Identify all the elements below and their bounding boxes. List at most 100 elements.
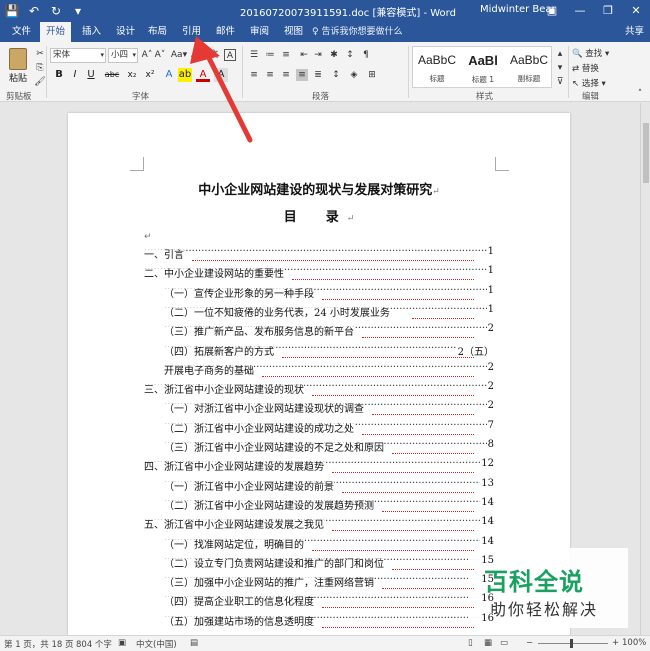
toc-entry[interactable]: ········································… — [144, 265, 494, 281]
numbering-icon[interactable]: ≔ — [264, 49, 276, 61]
macro-icon[interactable]: ▤ — [190, 638, 198, 648]
style-subtitle[interactable]: AaBbC 副标题 — [507, 49, 551, 87]
zoom-in-icon[interactable]: + — [612, 638, 619, 648]
cut-icon[interactable]: ✂ — [34, 48, 46, 60]
italic-button[interactable]: I — [68, 68, 82, 82]
zoom-level[interactable]: 100% — [622, 638, 646, 648]
toc-entry[interactable]: ········································… — [164, 496, 494, 513]
minimize-button[interactable]: — — [566, 0, 594, 22]
bold-button[interactable]: B — [52, 68, 66, 82]
chinese-layout-icon[interactable]: ✱ — [328, 49, 340, 61]
close-button[interactable]: ✕ — [622, 0, 650, 22]
read-mode-icon[interactable]: ▯ — [468, 638, 473, 648]
font-color-icon[interactable]: A — [196, 68, 210, 82]
redo-icon[interactable]: ↻ — [48, 3, 64, 19]
strikethrough-button[interactable]: abc — [102, 68, 122, 82]
proofing-icon[interactable]: ▣ — [118, 638, 126, 648]
tab-review[interactable]: 审阅 — [244, 22, 275, 42]
text-effects-icon[interactable]: A — [162, 68, 176, 82]
customize-qat-icon[interactable]: ▾ — [70, 3, 86, 19]
scrollbar-thumb[interactable] — [643, 123, 649, 183]
font-name-select[interactable]: 宋体 ▾ — [50, 48, 106, 63]
share-button[interactable]: 共享 — [625, 22, 644, 42]
toc-entry[interactable]: ········································… — [164, 323, 494, 339]
styles-more-icon[interactable]: ⊽ — [554, 76, 566, 88]
tab-mailings[interactable]: 邮件 — [210, 22, 241, 42]
tab-view[interactable]: 视图 — [278, 22, 309, 42]
style-heading-1[interactable]: AaBl 标题 1 — [461, 49, 505, 87]
toc-entry[interactable]: ········································… — [164, 419, 494, 436]
tab-file[interactable]: 文件 — [6, 22, 37, 42]
toc-entry[interactable]: ········································… — [144, 458, 494, 474]
toc-entry[interactable]: ········································… — [164, 361, 494, 378]
clear-format-icon[interactable]: A⌫ — [191, 49, 210, 61]
toc-entry[interactable]: ········································… — [164, 439, 494, 455]
styles-scroll-up-icon[interactable]: ▴ — [554, 48, 566, 60]
show-marks-icon[interactable]: ¶ — [360, 49, 372, 61]
select-button[interactable]: ↖ 选择 ▾ — [572, 77, 606, 89]
collapse-ribbon-icon[interactable]: ˄ — [634, 88, 646, 100]
align-right-icon[interactable]: ≡ — [280, 69, 292, 81]
toc-entry[interactable]: ········································… — [164, 303, 494, 320]
toc-entry[interactable]: ········································… — [164, 477, 494, 494]
tab-home[interactable]: 开始 — [40, 22, 72, 42]
tab-design[interactable]: 设计 — [110, 22, 141, 42]
undo-icon[interactable]: ↶ — [26, 3, 42, 19]
tab-insert[interactable]: 插入 — [76, 22, 107, 42]
toc-entry[interactable]: ········································… — [144, 246, 494, 262]
style-title[interactable]: AaBbC 标题 — [415, 49, 459, 87]
ribbon-display-icon[interactable]: ▣ — [538, 0, 566, 22]
paste-button[interactable]: 粘贴 — [6, 48, 30, 84]
copy-icon[interactable]: ⎘ — [34, 62, 46, 74]
shading-icon[interactable]: ◈ — [348, 69, 360, 81]
sort-icon[interactable]: ↕ — [344, 49, 356, 61]
align-left-icon[interactable]: ≡ — [248, 69, 260, 81]
decrease-indent-icon[interactable]: ⇤ — [298, 49, 310, 61]
tell-me-search[interactable]: ♀ 告诉我你想要做什么 — [312, 22, 402, 42]
justify-icon[interactable]: ≡ — [296, 69, 308, 81]
toc-entry[interactable]: ········································… — [164, 535, 494, 552]
highlight-icon[interactable]: ab — [178, 68, 192, 82]
save-icon[interactable]: 💾 — [4, 3, 20, 19]
toc-entry[interactable]: ········································… — [164, 593, 494, 609]
print-layout-icon[interactable]: ▦ — [484, 638, 492, 648]
underline-button[interactable]: U — [84, 68, 98, 82]
toc-entry[interactable]: ········································… — [144, 516, 494, 532]
distributed-icon[interactable]: ≣ — [312, 69, 324, 81]
language-indicator[interactable]: 中文(中国) — [136, 638, 177, 650]
char-shading-icon[interactable]: A — [214, 68, 228, 82]
zoom-out-icon[interactable]: − — [526, 638, 533, 648]
zoom-slider[interactable] — [538, 639, 608, 648]
web-layout-icon[interactable]: ▭ — [500, 638, 508, 648]
grow-font-icon[interactable]: A˄ — [141, 49, 153, 61]
subscript-button[interactable]: x₂ — [124, 68, 140, 82]
phonetic-guide-icon[interactable]: 文 — [208, 49, 220, 61]
toc-entry[interactable]: ········································… — [164, 284, 494, 301]
replace-button[interactable]: ⇄ 替换 — [572, 62, 599, 74]
borders-icon[interactable]: ⊞ — [366, 69, 378, 81]
toc-entry[interactable]: ········································… — [164, 554, 494, 571]
toc-entry[interactable]: ········································… — [164, 574, 494, 590]
toc-entry[interactable]: ········································… — [144, 381, 494, 397]
maximize-button[interactable]: ❐ — [594, 0, 622, 22]
styles-scroll-down-icon[interactable]: ▾ — [554, 62, 566, 74]
zoom-slider-knob[interactable] — [570, 639, 573, 648]
vertical-scrollbar[interactable] — [640, 103, 650, 635]
find-button[interactable]: 🔍 查找 ▾ — [572, 47, 609, 59]
font-size-select[interactable]: 小四 ▾ — [108, 48, 138, 63]
page-count[interactable]: 第 1 页，共 18 页 — [4, 638, 74, 650]
tab-references[interactable]: 引用 — [176, 22, 207, 42]
increase-indent-icon[interactable]: ⇥ — [312, 49, 324, 61]
multilevel-list-icon[interactable]: ≡ — [280, 49, 292, 61]
align-center-icon[interactable]: ≡ — [264, 69, 276, 81]
bullets-icon[interactable]: ☰ — [248, 49, 260, 61]
superscript-button[interactable]: x² — [142, 68, 158, 82]
change-case-icon[interactable]: Aa▾ — [170, 49, 188, 61]
toc-entry[interactable]: ········································… — [164, 612, 494, 629]
tab-layout[interactable]: 布局 — [142, 22, 173, 42]
toc-entry[interactable]: ········································… — [164, 342, 494, 359]
char-border-icon[interactable]: A — [224, 49, 236, 61]
word-count[interactable]: 804 个字 — [76, 638, 112, 650]
toc-entry[interactable]: ········································… — [164, 400, 494, 416]
line-spacing-icon[interactable]: ↕ — [330, 69, 342, 81]
